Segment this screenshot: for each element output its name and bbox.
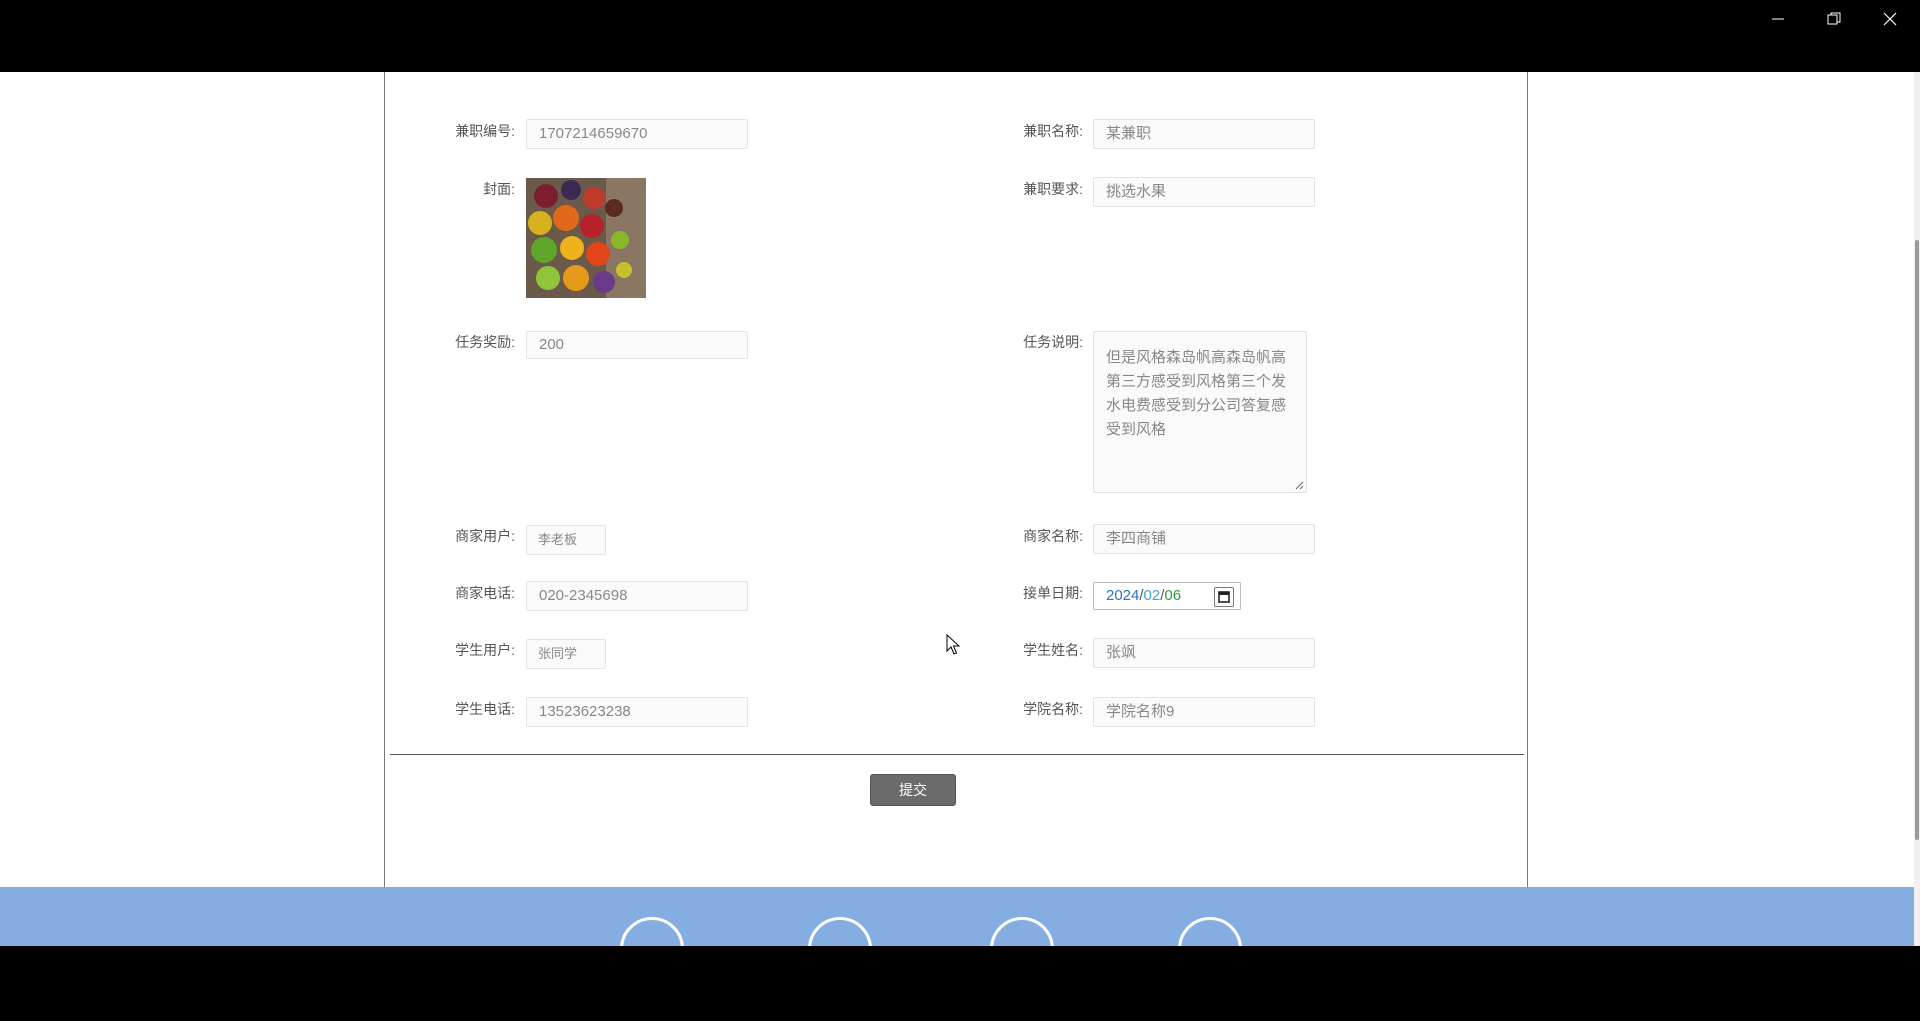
calendar-icon[interactable]: [1214, 587, 1234, 607]
reward-input[interactable]: 200: [526, 331, 748, 359]
student-phone-input[interactable]: 13523623238: [526, 697, 748, 727]
minimize-icon[interactable]: [1750, 0, 1806, 38]
footer-band: [0, 887, 1920, 946]
heart-icon[interactable]: [990, 917, 1054, 946]
job-id-input[interactable]: 1707214659670: [526, 119, 748, 149]
merchant-phone-label: 商家电话:: [455, 585, 515, 601]
merchant-user-input[interactable]: 李老板: [526, 525, 606, 555]
job-name-input[interactable]: 某兼职: [1093, 119, 1315, 149]
submit-button[interactable]: 提交: [870, 774, 956, 806]
fruit-cover-image[interactable]: [526, 178, 646, 298]
merchant-user-label: 商家用户:: [455, 528, 515, 544]
help-icon[interactable]: [1178, 917, 1242, 946]
job-id-label: 兼职编号:: [455, 123, 515, 139]
bottom-bar: [0, 946, 1920, 1021]
merchant-name-label: 商家名称:: [1023, 528, 1083, 544]
student-name-input[interactable]: 张飒: [1093, 638, 1315, 668]
description-textarea[interactable]: 但是风格森岛帆高森岛帆高第三方感受到风格第三个发水电费感受到分公司答复感受到风格: [1093, 331, 1307, 493]
description-label: 任务说明:: [1023, 334, 1083, 350]
student-user-input[interactable]: 张同学: [526, 639, 606, 669]
mouse-cursor-icon: [946, 634, 961, 655]
cover-label: 封面:: [483, 181, 515, 197]
description-text: 但是风格森岛帆高森岛帆高第三方感受到风格第三个发水电费感受到分公司答复感受到风格: [1106, 349, 1287, 438]
date-year: 2024: [1106, 587, 1140, 604]
window-titlebar: [0, 0, 1920, 72]
merchant-phone-input[interactable]: 020-2345698: [526, 581, 748, 611]
job-requirement-input[interactable]: 挑选水果: [1093, 177, 1315, 207]
date-month: 02: [1143, 587, 1161, 604]
college-name-label: 学院名称:: [1023, 701, 1083, 717]
location-icon[interactable]: [808, 917, 872, 946]
page-viewport: 兼职编号: 1707214659670 兼职名称: 某兼职 封面: 兼职要求: …: [0, 72, 1920, 946]
user-icon[interactable]: [620, 917, 684, 946]
close-icon[interactable]: [1862, 0, 1918, 38]
job-name-label: 兼职名称:: [1023, 123, 1083, 139]
student-phone-label: 学生电话:: [455, 701, 515, 717]
accept-date-label: 接单日期:: [1023, 585, 1083, 601]
accept-date-input[interactable]: 2024 / 02 / 06: [1093, 582, 1241, 610]
restore-icon[interactable]: [1806, 0, 1862, 38]
scrollbar-thumb[interactable]: [1915, 240, 1919, 840]
reward-label: 任务奖励:: [455, 334, 515, 350]
form-divider: [390, 754, 1524, 755]
date-day: 06: [1164, 587, 1182, 604]
merchant-name-input[interactable]: 李四商铺: [1093, 524, 1315, 554]
vertical-scrollbar[interactable]: [1914, 72, 1920, 946]
college-name-input[interactable]: 学院名称9: [1093, 697, 1315, 727]
student-name-label: 学生姓名:: [1023, 642, 1083, 658]
resize-grip-icon[interactable]: [1294, 480, 1304, 490]
job-requirement-label: 兼职要求:: [1023, 181, 1083, 197]
student-user-label: 学生用户:: [455, 642, 515, 658]
